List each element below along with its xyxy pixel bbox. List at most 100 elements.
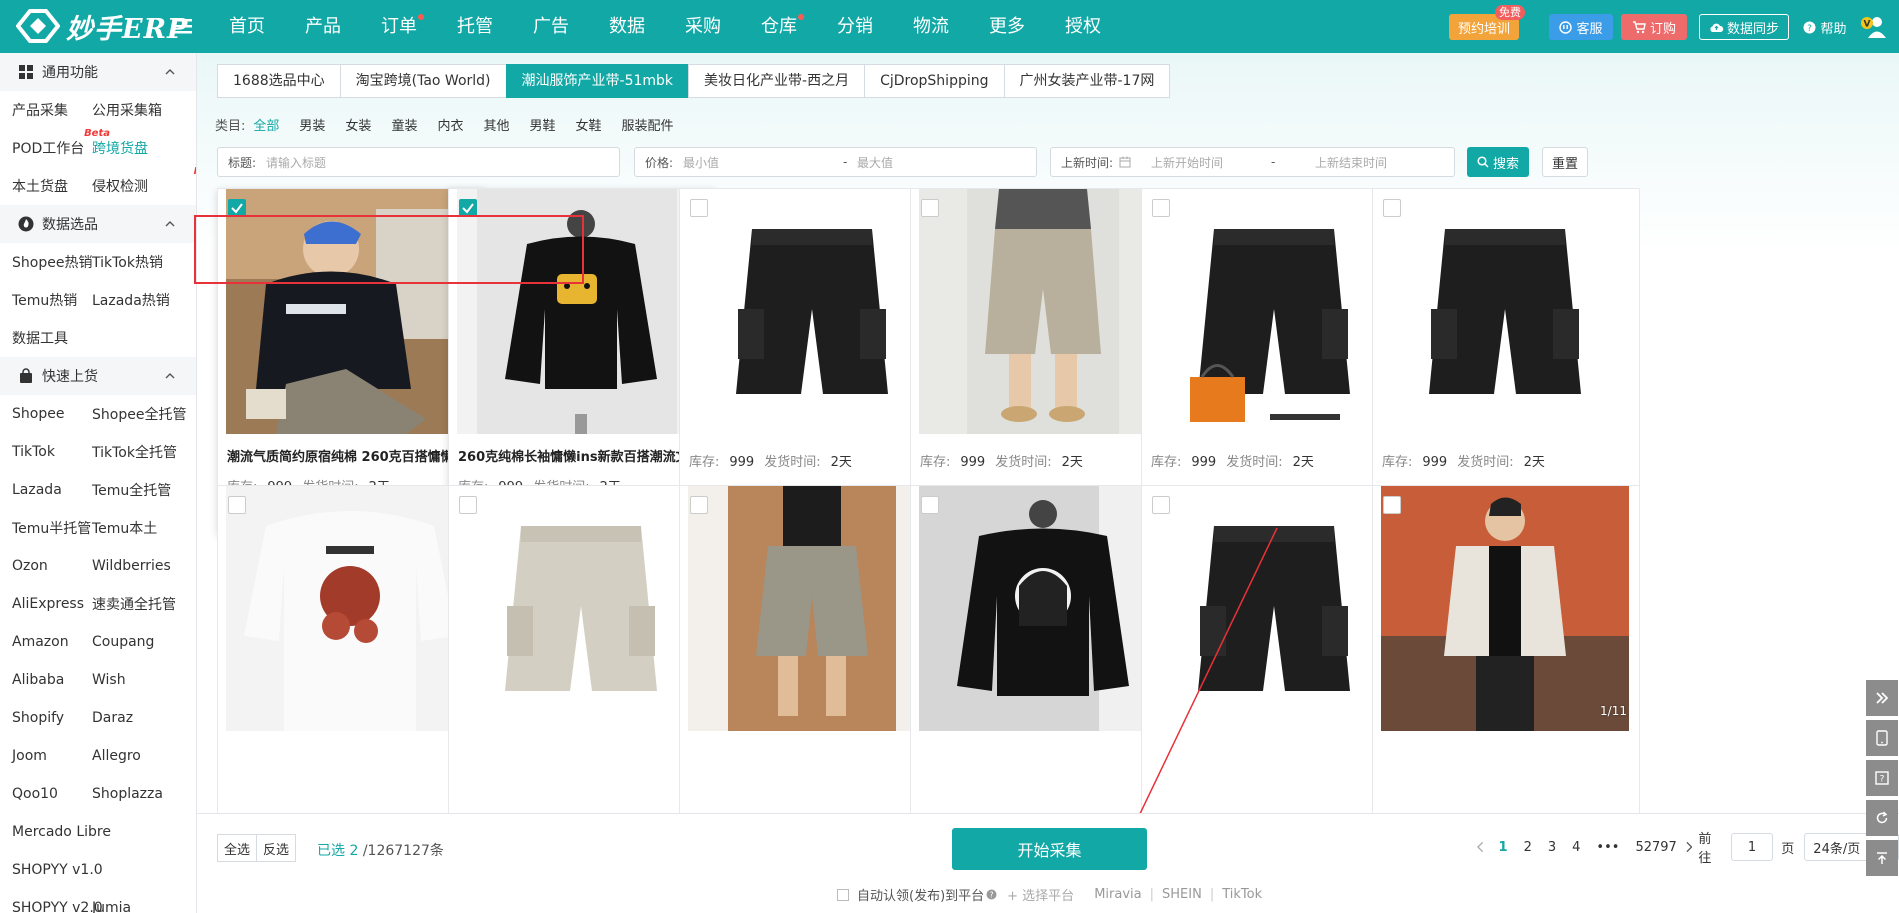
category-option[interactable]: 全部 xyxy=(253,115,279,135)
nav-item[interactable]: 数据 xyxy=(594,0,660,53)
product-image[interactable] xyxy=(1150,189,1398,434)
category-option[interactable]: 女鞋 xyxy=(576,115,602,135)
time-end-input[interactable]: 上新结束时间 xyxy=(1315,154,1387,171)
platform-option[interactable]: SHEIN xyxy=(1162,887,1202,902)
product-card[interactable]: 1/4 xyxy=(217,485,485,832)
product-checkbox[interactable] xyxy=(228,496,246,514)
product-card[interactable]: 1/2 xyxy=(448,485,716,832)
sidebar-item[interactable]: POD工作台 Beta xyxy=(0,128,110,158)
sidebar-item[interactable]: Jumia xyxy=(92,900,196,913)
product-title[interactable]: 潮流气质简约原宿纯棉 260克百搭慵懒ins风卫衣 xyxy=(227,446,472,465)
product-image[interactable] xyxy=(688,486,936,731)
sidebar-item[interactable]: 侵权检测New xyxy=(92,166,196,196)
product-card[interactable]: 库存:999发货时间:2天CNY47.00起 xyxy=(1141,188,1409,535)
product-card[interactable]: 1/6 xyxy=(910,485,1178,832)
category-option[interactable]: 其他 xyxy=(483,115,509,135)
sidebar-item[interactable]: Allegro xyxy=(92,748,196,764)
sidebar-item[interactable]: Mercado Libre xyxy=(0,824,111,840)
sidebar-item[interactable]: Wildberries xyxy=(92,558,196,574)
data-sync-button[interactable]: 数据同步 xyxy=(1699,14,1789,40)
source-tab[interactable]: 1688选品中心 xyxy=(217,64,341,98)
sidebar-item[interactable]: Daraz xyxy=(92,710,196,726)
source-tab[interactable]: 美妆日化产业带-西之月 xyxy=(688,64,866,98)
sidebar-item[interactable]: 数据工具 xyxy=(0,328,92,348)
product-image[interactable] xyxy=(1150,486,1398,731)
product-checkbox[interactable] xyxy=(1383,496,1401,514)
mobile-button[interactable] xyxy=(1866,720,1898,756)
sidebar-item[interactable]: 本土货盘 xyxy=(0,176,92,196)
product-image[interactable] xyxy=(919,189,1167,434)
product-image[interactable] xyxy=(226,486,474,731)
auto-claim-checkbox[interactable] xyxy=(837,888,849,901)
sidebar-item[interactable]: AliExpress xyxy=(0,596,92,612)
platform-option[interactable]: Miravia xyxy=(1094,887,1141,902)
category-option[interactable]: 女装 xyxy=(345,115,371,135)
sidebar-item[interactable]: Temu半托管 xyxy=(0,518,92,538)
sidebar-item[interactable]: Joom xyxy=(0,748,92,764)
source-tab[interactable]: 广州女装产业带-17网 xyxy=(1003,64,1171,98)
product-checkbox[interactable] xyxy=(459,496,477,514)
page-ellipsis[interactable]: ••• xyxy=(1596,840,1619,855)
sidebar-item[interactable]: TikTok全托管 xyxy=(92,442,196,462)
price-max-input[interactable]: 最大值 xyxy=(857,154,893,171)
product-checkbox[interactable] xyxy=(921,496,939,514)
page-number[interactable]: 2 xyxy=(1524,840,1532,855)
product-card[interactable]: 库存:999发货时间:2天CNY47.00起 xyxy=(679,188,947,535)
collapse-toolbar-button[interactable] xyxy=(1866,680,1898,716)
nav-item[interactable]: 物流 xyxy=(898,0,964,53)
sidebar-item[interactable]: Temu本土 xyxy=(92,518,196,538)
product-checkbox[interactable] xyxy=(1152,496,1170,514)
sidebar-item[interactable]: Ozon xyxy=(0,558,92,574)
title-input[interactable]: 请输入标题 xyxy=(266,154,326,171)
subscribe-button[interactable]: 订购 xyxy=(1621,14,1687,40)
page-number[interactable]: 4 xyxy=(1572,840,1580,855)
user-avatar-icon[interactable]: V xyxy=(1861,15,1887,39)
product-checkbox[interactable] xyxy=(1152,199,1170,217)
menu-toggle-icon[interactable] xyxy=(172,15,194,37)
product-image[interactable] xyxy=(457,486,705,731)
customer-service-button[interactable]: 客服 xyxy=(1549,14,1613,40)
back-to-top-button[interactable] xyxy=(1866,840,1898,876)
category-option[interactable]: 男鞋 xyxy=(529,115,555,135)
price-min-input[interactable]: 最小值 xyxy=(683,154,843,171)
choose-platform-link[interactable]: + 选择平台 xyxy=(1007,885,1074,904)
nav-item[interactable]: 仓库 xyxy=(746,0,812,53)
product-image[interactable] xyxy=(688,189,936,434)
sidebar-item[interactable]: TikTok热销 xyxy=(92,252,196,272)
search-button[interactable]: 搜索 xyxy=(1467,147,1529,177)
sidebar-item[interactable]: Lazada xyxy=(0,482,92,498)
nav-item[interactable]: 授权 xyxy=(1050,0,1116,53)
source-tab[interactable]: 淘宝跨境(Tao World) xyxy=(339,64,507,98)
sidebar-item[interactable]: Amazon xyxy=(0,634,92,650)
nav-item[interactable]: 广告 xyxy=(518,0,584,53)
category-option[interactable]: 童装 xyxy=(391,115,417,135)
select-all-button[interactable]: 全选 xyxy=(217,834,257,862)
feedback-button[interactable]: ? xyxy=(1866,760,1898,796)
prev-page-icon[interactable] xyxy=(1477,841,1485,853)
time-start-input[interactable]: 上新开始时间 xyxy=(1151,154,1271,171)
sidebar-item[interactable]: SHOPYY v2.0 xyxy=(0,900,103,913)
product-card[interactable]: 1/11 xyxy=(1372,485,1640,832)
platform-option[interactable]: TikTok xyxy=(1222,887,1262,902)
nav-item[interactable]: 产品 xyxy=(290,0,356,53)
sidebar-item[interactable]: Shopee热销 xyxy=(0,252,92,272)
product-card[interactable]: 库存:999发货时间:2天CNY47.00起 xyxy=(1372,188,1640,535)
product-image[interactable] xyxy=(919,486,1167,731)
nav-item[interactable]: 采购 xyxy=(670,0,736,53)
sidebar-group-header[interactable]: 通用功能 xyxy=(0,53,196,91)
sidebar-item[interactable]: SHOPYY v1.0 xyxy=(0,862,103,878)
sidebar-item[interactable]: Shopee全托管 xyxy=(92,404,196,424)
sidebar-item[interactable]: TikTok xyxy=(0,444,92,460)
page-number[interactable]: 1 xyxy=(1499,840,1508,855)
category-option[interactable]: 男装 xyxy=(299,115,325,135)
sidebar-item[interactable]: Alibaba xyxy=(0,672,92,688)
nav-item[interactable]: 首页 xyxy=(214,0,280,53)
start-collect-button[interactable]: 开始采集 xyxy=(952,828,1147,870)
product-image[interactable] xyxy=(1381,189,1629,434)
product-card[interactable]: 库存:999发货时间:2天CNY47.00起 xyxy=(910,188,1178,535)
sidebar-item[interactable]: Temu热销 xyxy=(0,290,92,310)
refresh-button[interactable] xyxy=(1866,800,1898,836)
product-checkbox[interactable] xyxy=(1383,199,1401,217)
sidebar-item[interactable]: Qoo10 xyxy=(0,786,92,802)
nav-item[interactable]: 分销 xyxy=(822,0,888,53)
